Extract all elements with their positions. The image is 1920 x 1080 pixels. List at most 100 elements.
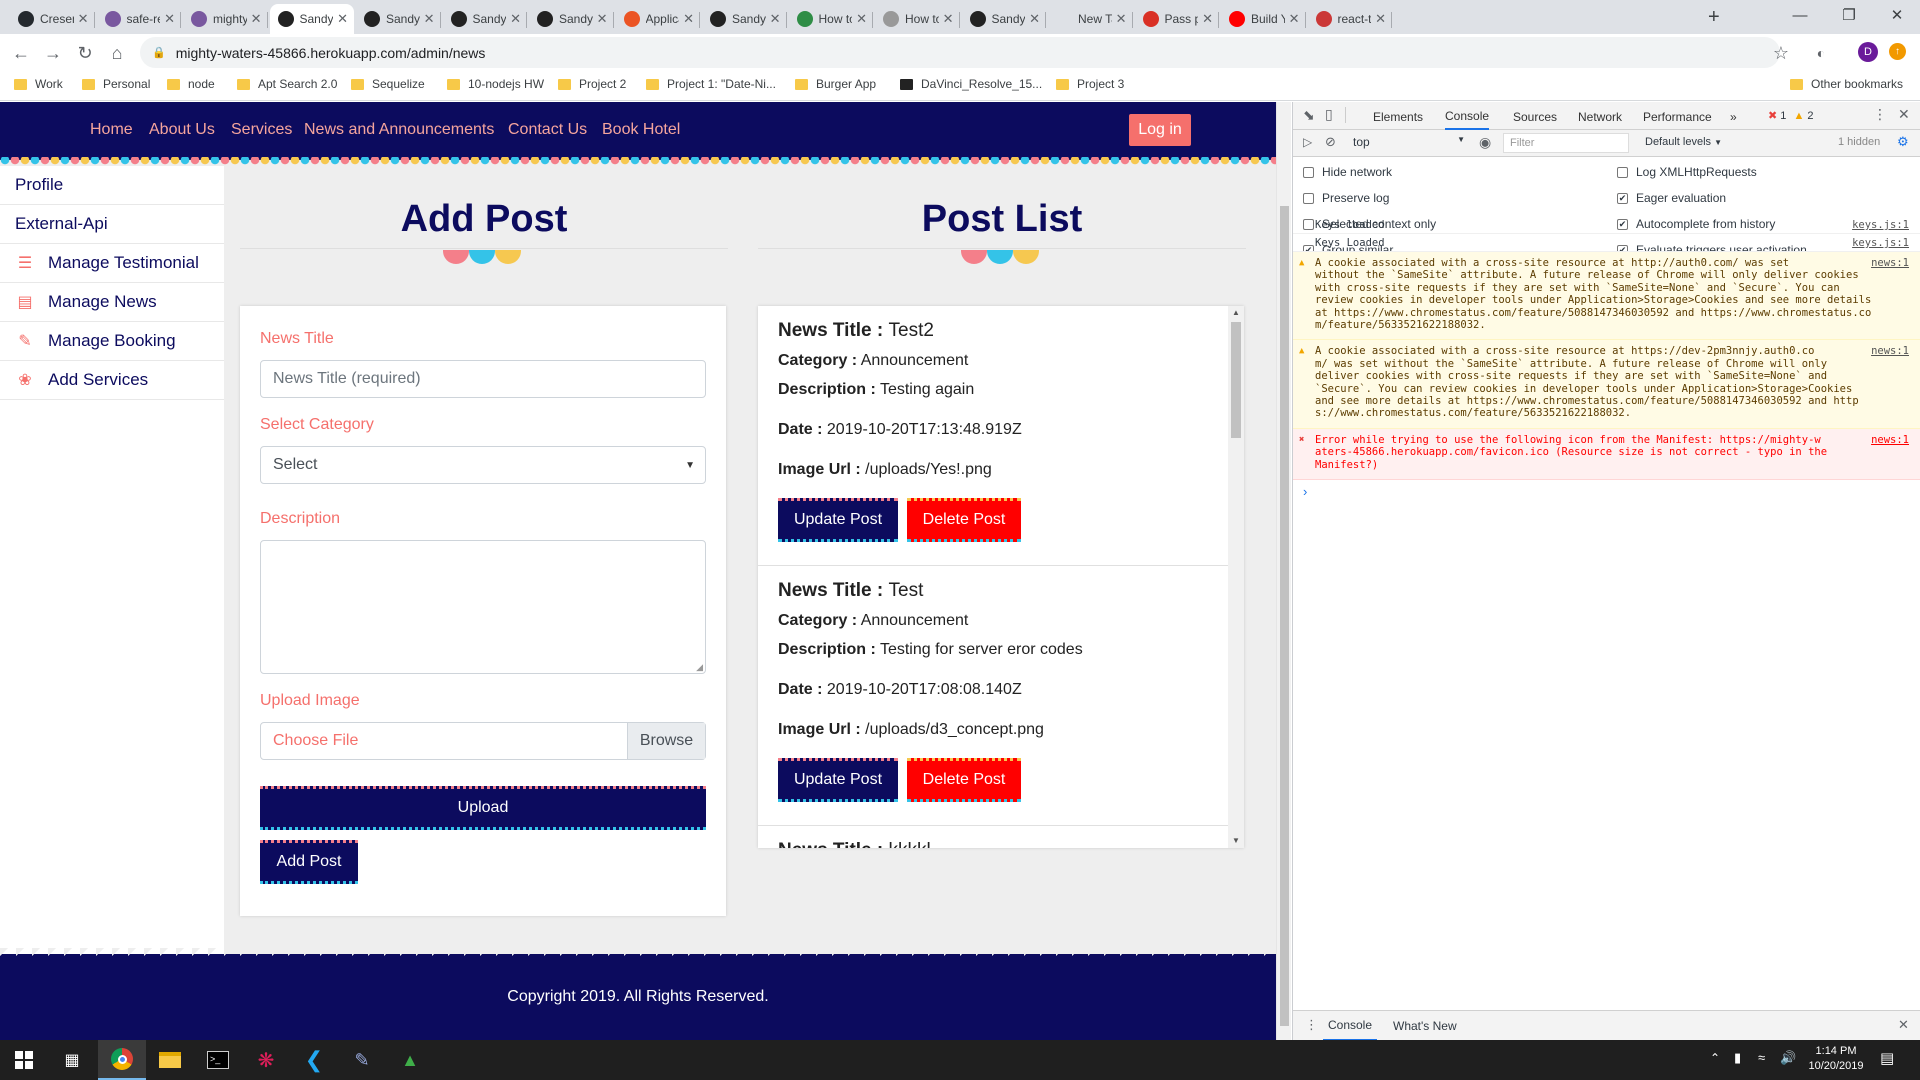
log-source-link[interactable]: news:1 [1871,345,1909,357]
notepad-icon[interactable]: ✎ [338,1040,386,1080]
browser-tab[interactable]: safe-ret✕ [97,4,182,34]
browser-tab[interactable]: How to✕ [789,4,874,34]
more-tabs-icon[interactable]: » [1730,110,1737,124]
upload-button[interactable]: Upload [260,786,706,830]
log-source-link[interactable]: keys.js:1 [1852,237,1909,249]
close-tab-icon[interactable]: ✕ [597,11,608,27]
battery-icon[interactable]: ▮ [1734,1050,1741,1066]
checkbox-icon[interactable] [1303,166,1314,178]
close-tab-icon[interactable]: ✕ [1289,11,1300,27]
description-textarea[interactable]: ◢ [260,540,706,674]
setting-hide-network[interactable]: Hide network [1303,165,1392,179]
category-select[interactable]: Select ▼ [260,446,706,484]
add-post-button[interactable]: Add Post [260,840,358,884]
nav-link-contact-us[interactable]: Contact Us [508,121,587,139]
setting-preserve-log[interactable]: Preserve log [1303,191,1389,205]
terminal-icon[interactable]: >_ [194,1040,242,1080]
close-drawer-icon[interactable]: ✕ [1898,1017,1909,1033]
bookmark-item[interactable]: Sequelize [351,77,425,91]
devtools-tab-performance[interactable]: Performance [1643,110,1712,124]
browser-tab[interactable]: Applica✕ [616,4,701,34]
bookmark-item[interactable]: 10-nodejs HW [447,77,544,91]
browser-tab[interactable]: mighty- ✕ [183,4,268,34]
clear-console-icon[interactable]: ⊘ [1325,134,1336,150]
browser-tab[interactable]: Sandy's✕ [702,4,787,34]
maximize-button[interactable]: ❐ [1826,0,1872,30]
devtools-tab-elements[interactable]: Elements [1373,110,1423,124]
update-post-button[interactable]: Update Post [778,758,898,802]
minimize-button[interactable]: — [1777,0,1823,30]
browser-tab[interactable]: How to✕ [875,4,960,34]
devtools-tab-console[interactable]: Console [1445,102,1490,130]
update-icon[interactable]: ↑ [1889,43,1906,60]
drawer-tab-whats-new[interactable]: What's New [1393,1019,1457,1033]
context-select[interactable]: top ▼ [1353,135,1465,151]
sidebar-item-manage-news[interactable]: ▤ Manage News [0,283,224,322]
console-settings-gear-icon[interactable]: ⚙ [1897,134,1909,150]
reload-icon[interactable]: ↻ [74,42,96,64]
volume-icon[interactable]: 🔊 [1780,1050,1796,1066]
sidebar-item-manage-testimonial[interactable]: ☰ Manage Testimonial [0,244,224,283]
forward-icon[interactable]: → [42,42,64,64]
slack-icon[interactable]: ❋ [242,1040,290,1080]
sidebar-item-profile[interactable]: Profile [0,166,224,205]
close-tab-icon[interactable]: ✕ [1029,11,1040,27]
devtools-tab-sources[interactable]: Sources [1513,110,1557,124]
close-tab-icon[interactable]: ✕ [251,11,262,27]
drawer-menu-icon[interactable]: ⋮ [1305,1017,1318,1033]
bookmark-item[interactable]: Personal [82,77,150,91]
nav-link-services[interactable]: Services [231,121,292,139]
browser-tab[interactable]: Cresenc ✕ [10,4,95,34]
resize-handle-icon[interactable]: ◢ [696,662,703,673]
sidebar-toggle-icon[interactable]: ▷ [1303,135,1312,149]
log-source-link[interactable]: news:1 [1871,434,1909,446]
scroll-thumb[interactable] [1231,322,1241,438]
eye-icon[interactable]: ◉ [1479,134,1491,151]
close-tab-icon[interactable]: ✕ [337,11,348,27]
device-toolbar-icon[interactable]: ▯ [1325,106,1333,123]
close-tab-icon[interactable]: ✕ [510,11,521,27]
post-list-scrollbar[interactable]: ▲ ▼ [1228,306,1244,848]
bookmark-item[interactable]: DaVinci_Resolve_15... [900,77,1042,91]
scroll-down-icon[interactable]: ▼ [1228,834,1244,848]
sidebar-item-external-api[interactable]: External-Api [0,205,224,244]
nav-link-book-hotel[interactable]: Book Hotel [602,121,680,139]
vscode-icon[interactable]: ❮ [290,1040,338,1080]
windows-start-icon[interactable] [0,1040,48,1080]
close-tab-icon[interactable]: ✕ [770,11,781,27]
delete-post-button[interactable]: Delete Post [907,498,1021,542]
nav-link-home[interactable]: Home [90,121,133,139]
notifications-icon[interactable]: ▤ [1880,1049,1894,1067]
update-post-button[interactable]: Update Post [778,498,898,542]
console-filter-input[interactable]: Filter [1503,133,1629,153]
bookmark-star-icon[interactable]: ☆ [1770,42,1792,64]
browser-tab[interactable]: react-to✕ [1308,4,1393,34]
setting-eager-evaluation[interactable]: ✔ Eager evaluation [1617,191,1726,205]
new-tab-button[interactable]: + [1708,6,1720,29]
close-tab-icon[interactable]: ✕ [164,11,175,27]
bookmark-item[interactable]: node [167,77,215,91]
bookmark-item[interactable]: Project 2 [558,77,626,91]
log-source-link[interactable]: news:1 [1871,257,1909,269]
system-clock[interactable]: 1:14 PM 10/20/2019 [1806,1044,1866,1074]
task-view-icon[interactable]: ▦ [48,1040,96,1080]
browser-tab[interactable]: Sandy's✕ [269,4,354,34]
browser-tab[interactable]: Sandy's✕ [356,4,441,34]
browser-tab[interactable]: Build Yo ✕ [1221,4,1306,34]
checkbox-icon[interactable] [1303,192,1314,204]
devtools-tab-network[interactable]: Network [1578,110,1622,124]
console-prompt[interactable]: › [1303,484,1307,499]
bookmark-item[interactable]: Work [14,77,63,91]
drawer-tab-console[interactable]: Console [1323,1011,1377,1041]
inspect-element-icon[interactable]: ⬊ [1303,107,1315,124]
close-tab-icon[interactable]: ✕ [78,11,89,27]
git-icon[interactable]: ▲ [386,1040,434,1080]
close-tab-icon[interactable]: ✕ [856,11,867,27]
close-tab-icon[interactable]: ✕ [943,11,954,27]
chrome-taskbar-icon[interactable] [98,1040,146,1080]
bookmark-item[interactable]: Apt Search 2.0 [237,77,337,91]
devtools-menu-icon[interactable]: ⋮ [1873,106,1887,123]
bookmark-item[interactable]: Burger App [795,77,876,91]
log-levels-dropdown[interactable]: Default levels ▼ [1645,136,1722,148]
file-input[interactable]: Choose File Browse [260,722,706,760]
